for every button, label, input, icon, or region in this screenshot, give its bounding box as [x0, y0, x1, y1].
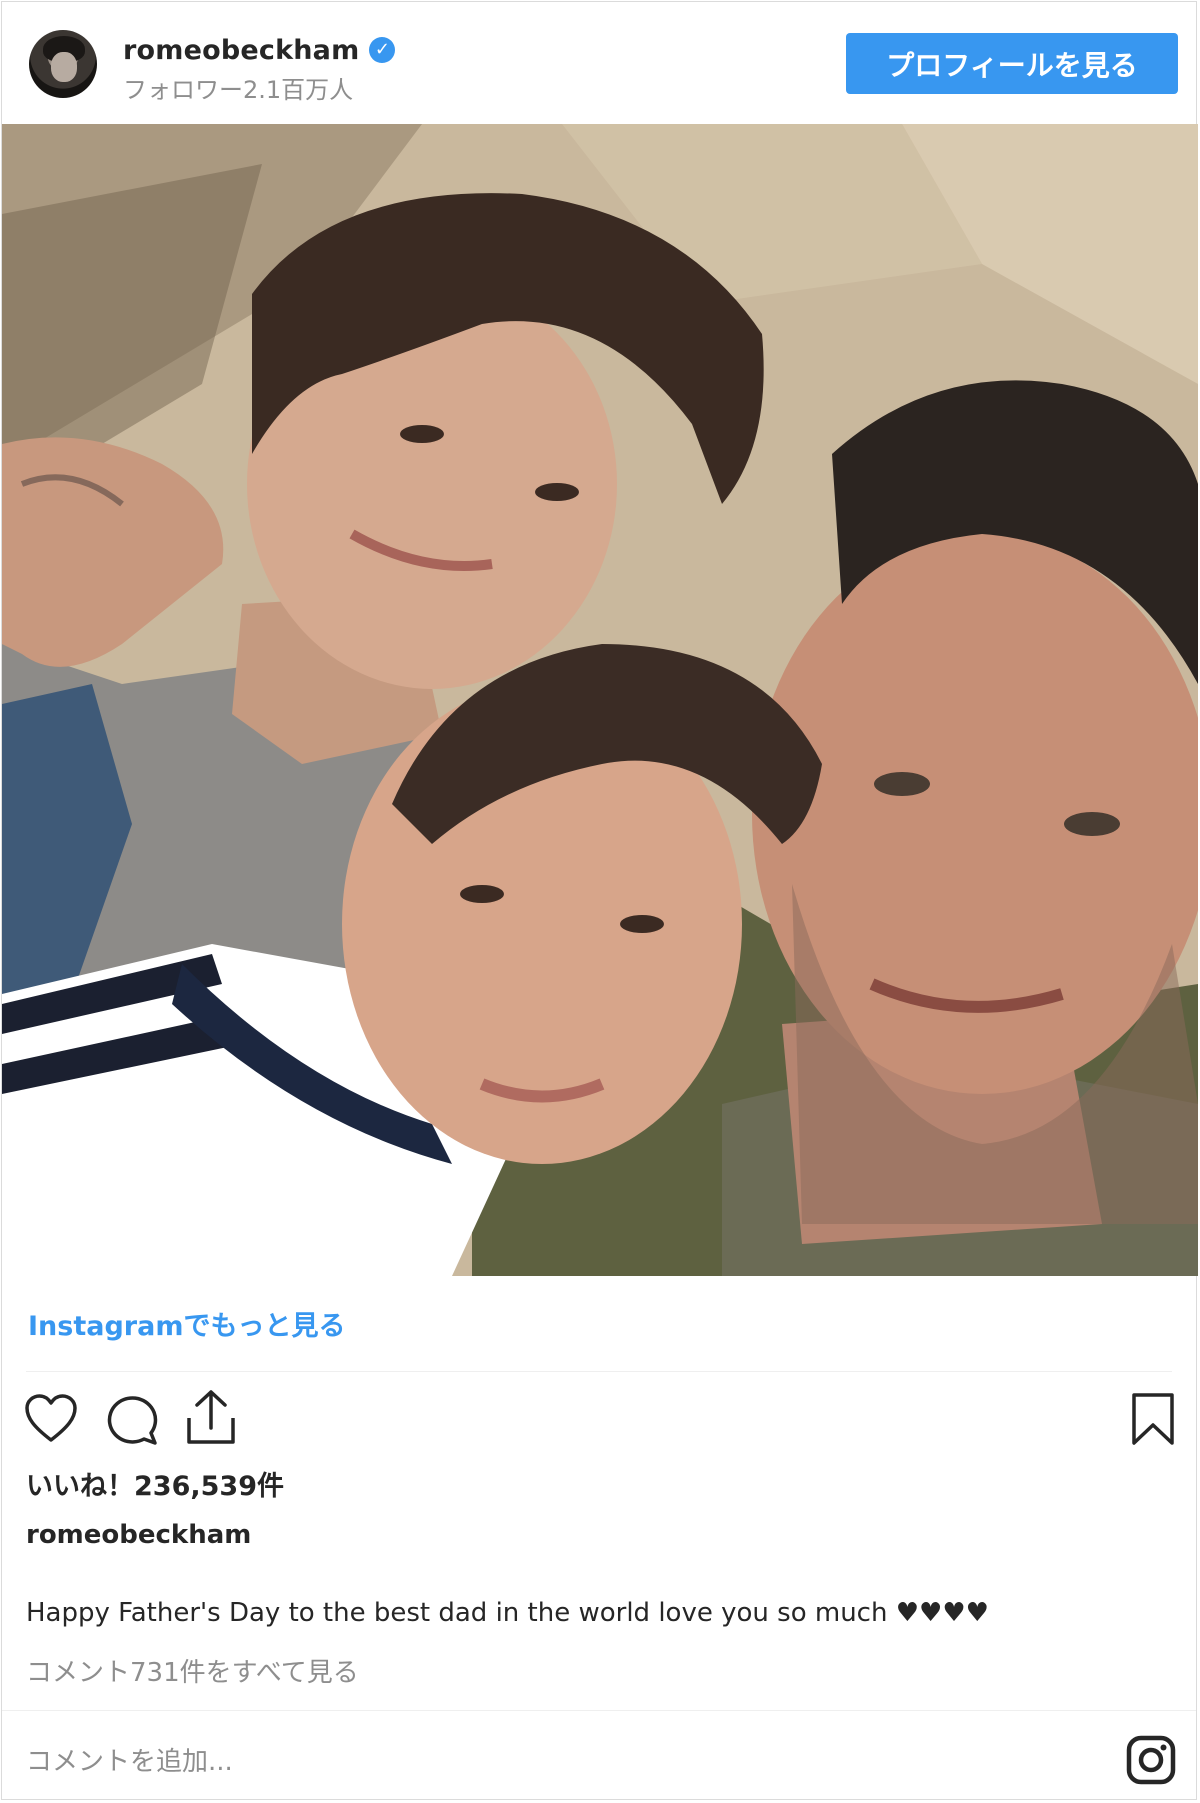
like-count[interactable]: いいね！236,539件	[26, 1464, 284, 1503]
selfie-photo-illustration	[2, 124, 1198, 1276]
instagram-logo-icon[interactable]	[1126, 1735, 1176, 1785]
caption-text: Happy Father's Day to the best dad in th…	[26, 1598, 989, 1628]
add-comment-input[interactable]	[26, 1742, 1086, 1782]
view-profile-button[interactable]: プロフィールを見る	[846, 33, 1178, 94]
share-icon[interactable]	[185, 1388, 237, 1446]
avatar-face	[51, 52, 77, 82]
divider	[2, 1710, 1196, 1711]
comment-icon[interactable]	[104, 1392, 160, 1446]
verified-badge-icon: ✓	[369, 37, 396, 63]
username[interactable]: romeobeckham	[123, 35, 359, 66]
view-all-comments-link[interactable]: コメント731件をすべて見る	[26, 1652, 359, 1689]
heart-icon[interactable]	[24, 1393, 78, 1445]
divider	[26, 1371, 1172, 1372]
avatar[interactable]	[29, 30, 97, 98]
caption-username[interactable]: romeobeckham	[26, 1520, 251, 1550]
follower-count: フォロワー2.1百万人	[123, 76, 354, 104]
more-on-instagram-link[interactable]: Instagramでもっと見る	[28, 1304, 345, 1343]
post-header: romeobeckham ✓ フォロワー2.1百万人 プロフィールを見る	[2, 2, 1196, 124]
post-photo[interactable]	[2, 124, 1198, 1276]
username-row: romeobeckham ✓	[123, 32, 396, 68]
instagram-embed-card: romeobeckham ✓ フォロワー2.1百万人 プロフィールを見る Ins…	[1, 1, 1198, 1800]
bookmark-icon[interactable]	[1130, 1391, 1176, 1447]
